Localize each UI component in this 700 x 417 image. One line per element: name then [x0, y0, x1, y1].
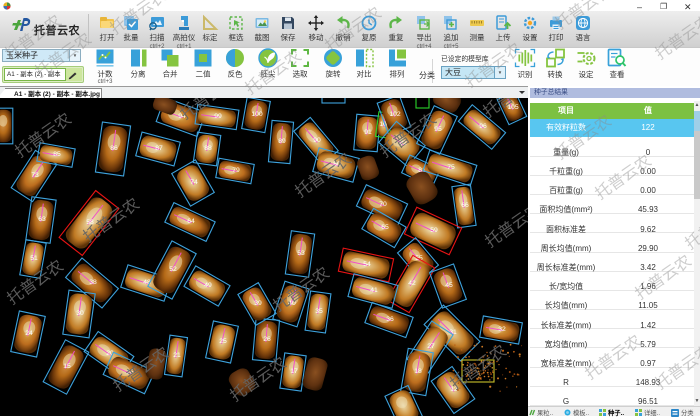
- svg-text:17: 17: [290, 368, 298, 375]
- svg-text:分离: 分离: [131, 69, 146, 79]
- svg-text:ctrl+5: ctrl+5: [444, 44, 460, 50]
- svg-text:旋转: 旋转: [326, 69, 341, 79]
- svg-text:导出: 导出: [417, 32, 432, 42]
- svg-text:ctrl+1: ctrl+1: [177, 44, 193, 50]
- svg-text:36: 36: [386, 316, 394, 323]
- svg-text:胚尖: 胚尖: [261, 69, 276, 79]
- svg-text:21: 21: [173, 352, 181, 359]
- svg-text:扫描: 扫描: [150, 32, 165, 42]
- svg-text:54: 54: [363, 261, 371, 268]
- svg-text:96: 96: [479, 123, 487, 130]
- svg-text:查看: 查看: [610, 69, 625, 79]
- svg-text:对比: 对比: [357, 69, 372, 79]
- svg-text:88: 88: [204, 145, 212, 152]
- svg-text:27: 27: [427, 343, 435, 350]
- svg-text:反色: 反色: [228, 69, 243, 79]
- svg-text:38: 38: [89, 279, 97, 286]
- svg-text:排列: 排列: [390, 69, 405, 79]
- svg-text:框选: 框选: [229, 32, 244, 42]
- svg-text:25: 25: [219, 338, 227, 345]
- svg-text:26: 26: [263, 336, 271, 343]
- svg-text:追加: 追加: [444, 32, 459, 42]
- svg-text:合并: 合并: [163, 69, 178, 79]
- svg-text:99: 99: [214, 113, 222, 120]
- svg-text:85: 85: [53, 151, 61, 158]
- svg-text:移动: 移动: [309, 32, 324, 42]
- svg-text:二值: 二值: [196, 69, 211, 79]
- svg-text:79: 79: [232, 167, 240, 174]
- svg-text:32: 32: [498, 326, 506, 333]
- svg-text:30: 30: [76, 310, 84, 317]
- svg-text:91: 91: [364, 129, 372, 136]
- svg-text:标定: 标定: [203, 32, 218, 42]
- svg-text:52: 52: [169, 266, 177, 273]
- svg-text:计数: 计数: [98, 69, 113, 79]
- svg-text:51: 51: [30, 255, 38, 262]
- svg-text:打印: 打印: [549, 32, 564, 42]
- svg-text:59: 59: [430, 227, 438, 234]
- svg-text:测量: 测量: [470, 33, 485, 42]
- svg-text:63: 63: [38, 216, 46, 223]
- svg-text:重复: 重复: [389, 32, 404, 42]
- svg-text:64: 64: [187, 218, 195, 225]
- svg-text:74: 74: [190, 179, 198, 186]
- svg-text:批量: 批量: [124, 32, 139, 42]
- svg-text:选取: 选取: [293, 69, 308, 79]
- svg-text:打开: 打开: [100, 32, 115, 42]
- svg-text:65: 65: [381, 224, 389, 231]
- svg-text:70: 70: [379, 201, 387, 208]
- svg-text:识别: 识别: [518, 70, 533, 79]
- svg-text:42: 42: [408, 280, 416, 287]
- svg-text:102: 102: [389, 111, 401, 118]
- svg-text:上传: 上传: [496, 32, 511, 42]
- svg-text:设定: 设定: [579, 69, 594, 79]
- svg-text:设置: 设置: [523, 32, 538, 42]
- svg-text:35: 35: [315, 308, 323, 315]
- svg-text:53: 53: [297, 250, 305, 257]
- svg-text:89: 89: [278, 138, 286, 145]
- svg-text:73: 73: [31, 172, 39, 179]
- svg-text:保存: 保存: [281, 32, 296, 42]
- svg-text:100: 100: [251, 111, 263, 118]
- svg-text:49: 49: [204, 282, 212, 289]
- svg-text:撤销: 撤销: [336, 32, 351, 42]
- svg-text:语言: 语言: [576, 32, 591, 42]
- svg-text:41: 41: [370, 287, 378, 294]
- svg-text:18: 18: [414, 368, 422, 375]
- svg-text:39: 39: [254, 300, 262, 307]
- svg-text:ctrl+3: ctrl+3: [98, 79, 114, 85]
- svg-text:75: 75: [447, 164, 455, 171]
- svg-text:90: 90: [313, 137, 321, 144]
- svg-text:86: 86: [110, 145, 118, 152]
- svg-text:45: 45: [445, 282, 453, 289]
- svg-text:ctrl+4: ctrl+4: [417, 44, 433, 50]
- svg-text:24: 24: [25, 330, 33, 337]
- svg-text:截图: 截图: [255, 32, 270, 42]
- svg-text:高拍仪: 高拍仪: [173, 32, 196, 42]
- svg-text:ctrl+2: ctrl+2: [150, 44, 166, 50]
- svg-text:复原: 复原: [362, 32, 377, 42]
- svg-text:87: 87: [155, 145, 163, 152]
- svg-text:转换: 转换: [548, 69, 563, 79]
- svg-text:15: 15: [63, 363, 71, 370]
- svg-text:66: 66: [461, 202, 469, 209]
